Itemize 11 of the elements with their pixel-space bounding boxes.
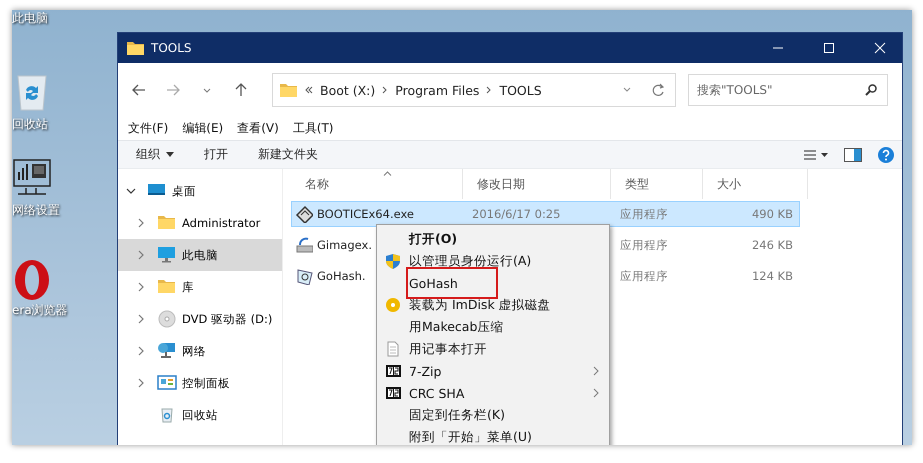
date-cell: 2016/6/17 0:25 xyxy=(472,207,560,221)
window-title: TOOLS xyxy=(151,41,193,55)
file-name: Gimagex. xyxy=(317,238,372,252)
file-name: BOOTICEx64.exe xyxy=(317,207,414,221)
size-cell: 490 KB xyxy=(752,207,793,221)
size-cell: 246 KB xyxy=(752,238,793,252)
type-cell: 应用程序 xyxy=(620,238,668,252)
size-cell: 124 KB xyxy=(752,269,793,283)
type-cell: 应用程序 xyxy=(620,268,668,284)
file-name: GoHash. xyxy=(317,269,366,283)
type-cell: 应用程序 xyxy=(620,206,668,222)
